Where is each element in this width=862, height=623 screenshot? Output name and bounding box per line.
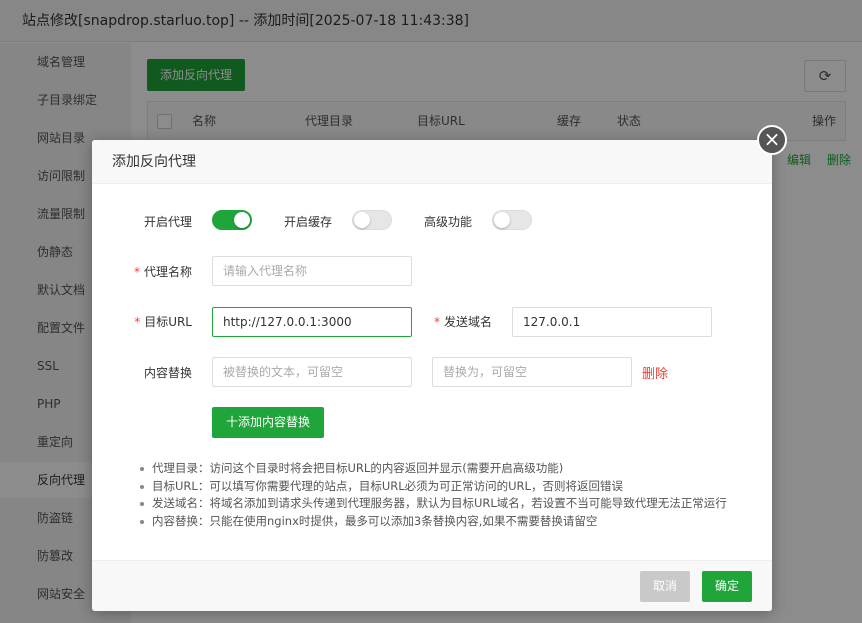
- confirm-button[interactable]: 确定: [702, 571, 752, 602]
- enable-cache-label: 开启缓存: [283, 215, 332, 229]
- proxy-name-input[interactable]: [212, 256, 412, 286]
- toggle-knob: [234, 212, 250, 228]
- add-content-replace-button[interactable]: 十添加内容替换: [212, 407, 324, 438]
- enable-cache-toggle[interactable]: [352, 210, 392, 230]
- toggle-knob: [494, 212, 510, 228]
- enable-proxy-toggle[interactable]: [212, 210, 252, 230]
- delete-replace-link[interactable]: 删除: [642, 363, 668, 382]
- advanced-label: 高级功能: [423, 215, 472, 229]
- cancel-button[interactable]: 取消: [640, 571, 690, 602]
- proxy-name-label: * 代理名称: [133, 265, 192, 279]
- target-url-label: * 目标URL: [134, 315, 192, 329]
- note-target-url: 目标URL：可以填写你需要代理的站点，目标URL必须为可正常访问的URL，否则将…: [138, 478, 758, 496]
- dialog-footer: 取消 确定: [92, 560, 772, 611]
- content-replace-label: 内容替换: [143, 366, 192, 380]
- advanced-toggle[interactable]: [492, 210, 532, 230]
- enable-proxy-label: 开启代理: [143, 215, 192, 229]
- note-content-replace: 内容替换：只能在使用nginx时提供，最多可以添加3条替换内容,如果不需要替换请…: [138, 513, 758, 531]
- dialog-close-button[interactable]: ×: [757, 125, 787, 155]
- note-send-domain: 发送域名：将域名添加到请求头传递到代理服务器，默认为目标URL域名，若设置不当可…: [138, 495, 758, 513]
- target-url-input[interactable]: [212, 307, 412, 337]
- close-icon: ×: [763, 127, 781, 151]
- add-reverse-proxy-dialog: 添加反向代理 开启代理 开启缓存 高级功能 *代理名称 *目标URL *发送域名…: [92, 140, 772, 611]
- send-domain-label: * 发送域名: [433, 315, 492, 329]
- help-notes: 代理目录：访问这个目录时将会把目标URL的内容返回并显示(需要开启高级功能) 目…: [138, 460, 758, 530]
- dialog-title: 添加反向代理: [92, 140, 772, 184]
- replace-to-input[interactable]: [432, 357, 632, 387]
- replace-from-input[interactable]: [212, 357, 412, 387]
- toggle-knob: [354, 212, 370, 228]
- note-proxy-dir: 代理目录：访问这个目录时将会把目标URL的内容返回并显示(需要开启高级功能): [138, 460, 758, 478]
- send-domain-input[interactable]: [512, 307, 712, 337]
